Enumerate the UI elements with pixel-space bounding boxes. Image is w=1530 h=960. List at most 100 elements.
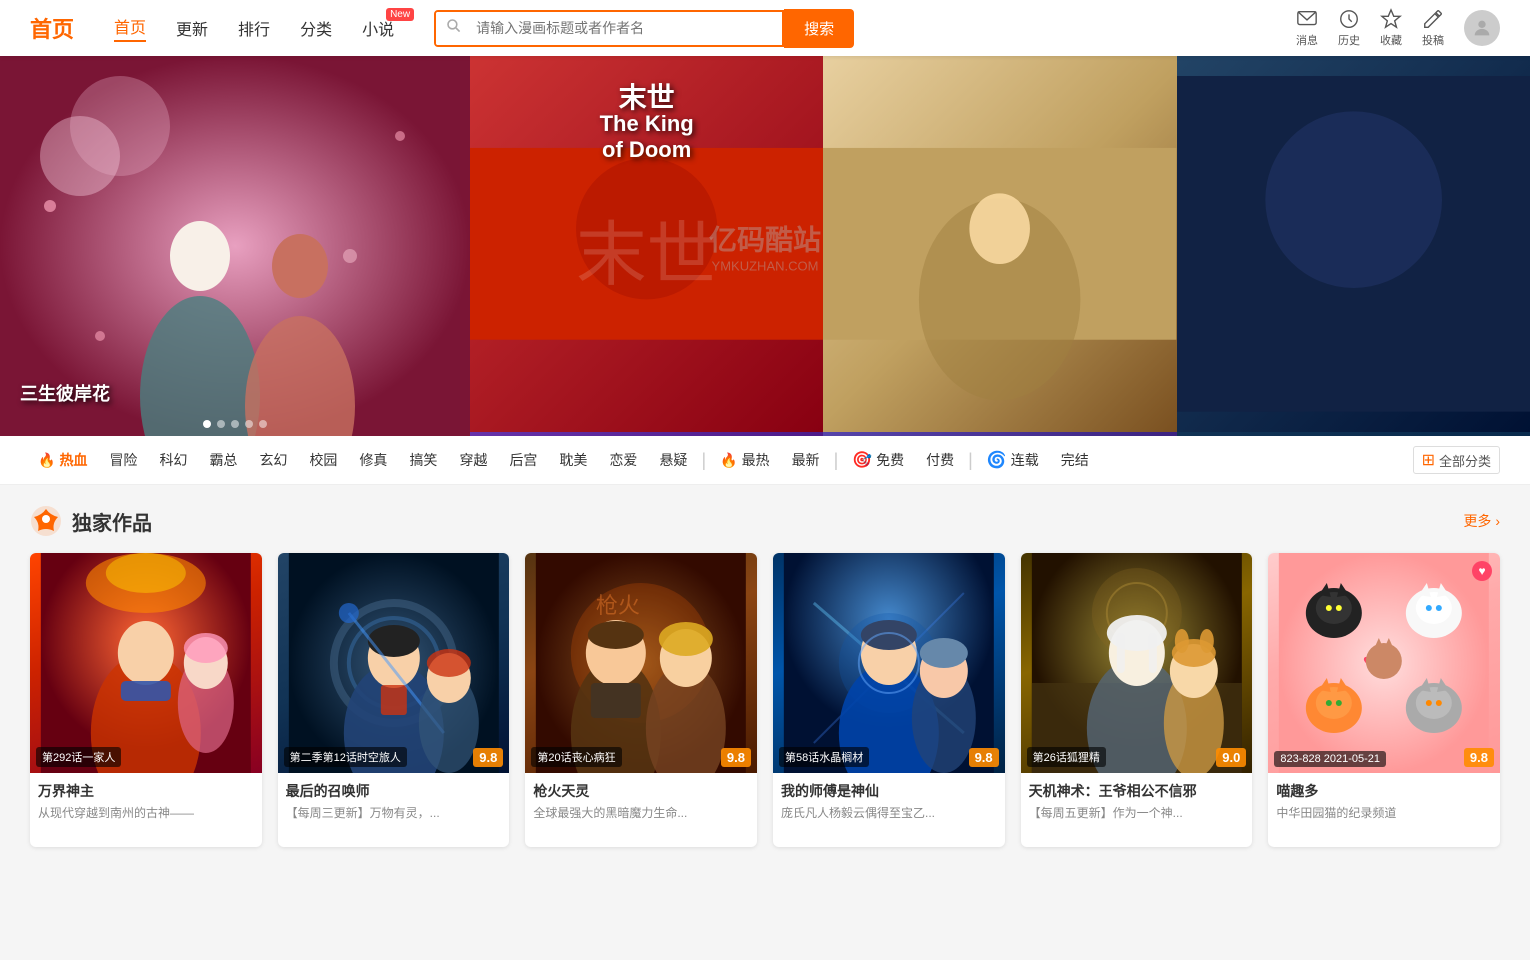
banner-bottom-row: 魔 尊 魔尊霸 魔尊霸宠·大人请玉踏思绑 超级	[470, 432, 1530, 436]
ongoing-icon: 🌀	[987, 450, 1007, 470]
cat-latest[interactable]: 最新	[784, 446, 828, 474]
cat-free[interactable]: 🎯 免费	[844, 446, 912, 474]
cat-hot-blood[interactable]: 🔥 热血	[30, 446, 95, 474]
manga-chapter-2: 第20话丧心病狂	[531, 747, 621, 767]
manga-info-4: 天机神术：王爷相公不信邪 【每周五更新】作为一个神...	[1021, 773, 1253, 847]
section-title: 独家作品	[30, 505, 152, 537]
manga-art-0	[30, 553, 262, 773]
divider3: |	[968, 450, 973, 471]
cat-fantasy[interactable]: 玄幻	[251, 446, 295, 474]
manga-art-2: 枪火	[525, 553, 757, 773]
nav-home[interactable]: 首页	[114, 14, 146, 42]
cat-scifi[interactable]: 科幻	[151, 446, 195, 474]
category-bar: 🔥 热血 冒险 科幻 霸总 玄幻 校园 修真 搞笑 穿越 后宫 耽美 恋爱 悬疑…	[0, 436, 1530, 485]
banner-cell-6-art: 都市邪	[1177, 432, 1530, 436]
banner-dot-5[interactable]	[259, 420, 267, 428]
section-header: 独家作品 更多 ›	[30, 505, 1500, 537]
banner-cell-1-en: The Kingof Doom	[600, 111, 694, 163]
manga-card-0[interactable]: 第292话一家人 万界神主 从现代穿越到南州的古神——	[30, 553, 262, 847]
logo-text: 首页	[30, 17, 74, 42]
manga-card-4[interactable]: 第26话狐狸精 9.0 天机神术：王爷相公不信邪 【每周五更新】作为一个神...	[1021, 553, 1253, 847]
manga-desc-3: 庞氏凡人杨毅云偶得至宝乙...	[781, 805, 997, 839]
manga-info-5: 喵趣多 中华田园猫的纪录频道	[1268, 773, 1500, 847]
manga-info-1: 最后的召唤师 【每周三更新】万物有灵，...	[278, 773, 510, 847]
cat-transmigrate[interactable]: 穿越	[451, 446, 495, 474]
main-nav: 首页 更新 排行 分类 小说 New	[114, 14, 394, 42]
favorites-icon-btn[interactable]: 收藏	[1380, 8, 1402, 48]
banner-cell-4[interactable]: 魔 尊 魔尊霸 魔尊霸宠·大人请玉踏思绑	[470, 432, 823, 436]
cat-mystery[interactable]: 悬疑	[651, 446, 695, 474]
banner-dot-2[interactable]	[217, 420, 225, 428]
banner-cell-5[interactable]: 超级自营主系统	[823, 432, 1176, 436]
banner-cell-6[interactable]: 都市邪 都市邪 新都市邪	[1177, 432, 1530, 436]
manga-cover-0: 第292话一家人	[30, 553, 262, 773]
submit-icon-btn[interactable]: 投稿	[1422, 8, 1444, 48]
history-icon-btn[interactable]: 历史	[1338, 8, 1360, 48]
cat-ongoing[interactable]: 🌀 连载	[979, 446, 1047, 474]
manga-chapter-3: 第58话水晶榈材	[779, 747, 869, 767]
banner-cell-2[interactable]: 大佬叫我小狐狸	[823, 56, 1176, 432]
manga-card-1[interactable]: 第二季第12话时空旅人 9.8 最后的召唤师 【每周三更新】万物有灵，...	[278, 553, 510, 847]
search-input[interactable]	[472, 14, 782, 42]
divider: |	[701, 450, 706, 471]
svg-text:枪火: 枪火	[596, 593, 640, 618]
cat-funny[interactable]: 搞笑	[401, 446, 445, 474]
manga-chapter-0: 第292话一家人	[36, 747, 121, 767]
manga-desc-0: 从现代穿越到南州的古神——	[38, 805, 254, 839]
manga-grid: 第292话一家人 万界神主 从现代穿越到南州的古神——	[30, 553, 1500, 847]
banner-cell-2-art	[823, 56, 1176, 432]
search-box	[434, 10, 784, 47]
cat-boss[interactable]: 霸总	[201, 446, 245, 474]
cat-adventure[interactable]: 冒险	[101, 446, 145, 474]
manga-chapter-4: 第26话狐狸精	[1027, 747, 1106, 767]
manga-card-2[interactable]: 枪火 第20话丧心病狂 9.8 枪火天灵 全球最强大的黑暗魔力生命...	[525, 553, 757, 847]
avatar[interactable]	[1464, 10, 1500, 46]
cat-hottest[interactable]: 🔥 最热	[712, 446, 777, 474]
more-link[interactable]: 更多 ›	[1463, 511, 1500, 531]
cat-romance[interactable]: 恋爱	[601, 446, 645, 474]
cat-cultivation[interactable]: 修真	[351, 446, 395, 474]
banner-dot-4[interactable]	[245, 420, 253, 428]
all-categories-button[interactable]: ⊞ 全部分类	[1413, 446, 1500, 474]
banner-right: 末世 末世 The Kingof Doom 末世为王	[470, 56, 1530, 436]
cat-campus[interactable]: 校园	[301, 446, 345, 474]
site-logo[interactable]: 首页	[30, 12, 74, 44]
manga-cover-3: 第58话水晶榈材 9.8	[773, 553, 1005, 773]
manga-info-2: 枪火天灵 全球最强大的黑暗魔力生命...	[525, 773, 757, 847]
nav-category[interactable]: 分类	[300, 16, 332, 40]
banner-cell-1[interactable]: 末世 末世 The Kingof Doom 末世为王	[470, 56, 823, 432]
manga-score-5: 9.8	[1464, 748, 1494, 767]
manga-card-3[interactable]: 第58话水晶榈材 9.8 我的师傅是神仙 庞氏凡人杨毅云偶得至宝乙...	[773, 553, 1005, 847]
manga-desc-4: 【每周五更新】作为一个神...	[1029, 805, 1245, 839]
manga-score-2: 9.8	[721, 748, 751, 767]
cat-paid[interactable]: 付费	[918, 446, 962, 474]
manga-title-3: 我的师傅是神仙	[781, 781, 997, 801]
divider2: |	[834, 450, 839, 471]
heart-badge: ♥	[1472, 561, 1492, 581]
banner-left[interactable]: 三生彼岸花	[0, 56, 470, 436]
history-icon	[1338, 8, 1360, 30]
free-icon: 🎯	[852, 450, 872, 470]
banner-cell-3[interactable]: 天机神术·王爷相公不信邪	[1177, 56, 1530, 432]
header-right: 消息 历史 收藏 投稿	[1296, 8, 1500, 48]
favorites-icon	[1380, 8, 1402, 30]
manga-score-1: 9.8	[473, 748, 503, 767]
cat-harem[interactable]: 后宫	[501, 446, 545, 474]
manga-art-4	[1021, 553, 1253, 773]
manga-cover-4: 第26话狐狸精 9.0	[1021, 553, 1253, 773]
banner-dot-3[interactable]	[231, 420, 239, 428]
manga-chapter-5: 823-828 2021-05-21	[1274, 751, 1386, 767]
search-button[interactable]: 搜索	[784, 9, 854, 48]
manga-title-0: 万界神主	[38, 781, 254, 801]
nav-novel[interactable]: 小说 New	[362, 16, 394, 40]
manga-desc-1: 【每周三更新】万物有灵，...	[286, 805, 502, 839]
cat-boys-love[interactable]: 耽美	[551, 446, 595, 474]
manga-card-5[interactable]: ♥ ♥ 823-828 2021-05-21 9.8 喵趣多 中华田园猫的纪录频…	[1268, 553, 1500, 847]
manga-title-2: 枪火天灵	[533, 781, 749, 801]
manga-desc-2: 全球最强大的黑暗魔力生命...	[533, 805, 749, 839]
banner-dot-1[interactable]	[203, 420, 211, 428]
message-icon-btn[interactable]: 消息	[1296, 8, 1318, 48]
cat-completed[interactable]: 完结	[1053, 446, 1097, 474]
nav-rank[interactable]: 排行	[238, 16, 270, 40]
nav-update[interactable]: 更新	[176, 16, 208, 40]
